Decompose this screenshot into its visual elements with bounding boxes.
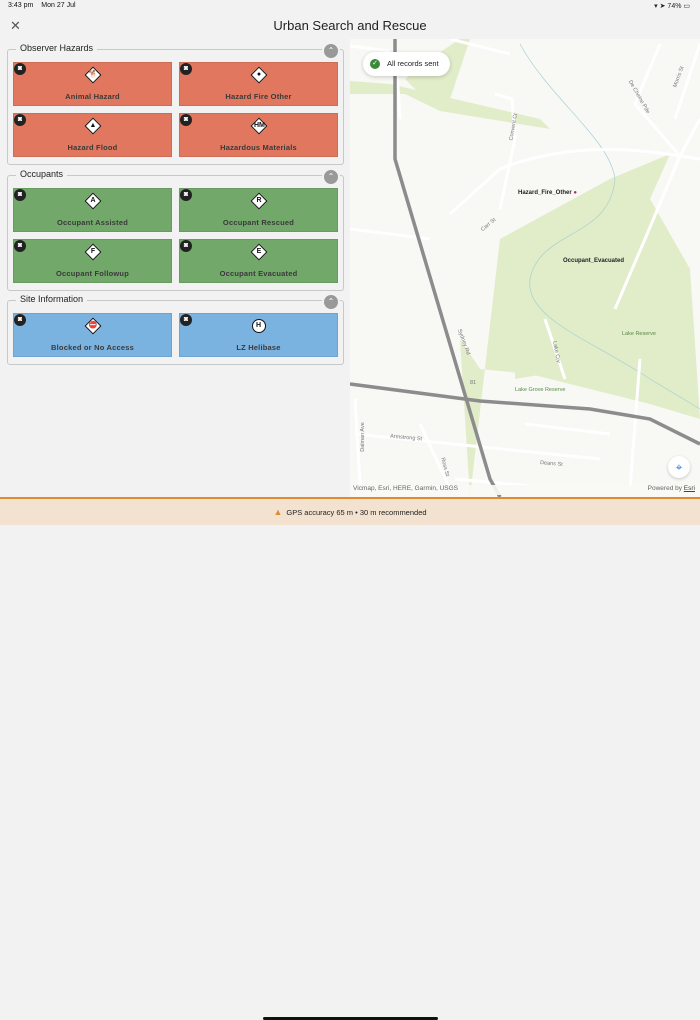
tile-label: Occupant Rescued: [222, 218, 295, 227]
map-feature-label[interactable]: Occupant_Evacuated: [563, 258, 624, 264]
template-tile-animal-hazard[interactable]: ◙ 🐕 Animal Hazard: [13, 62, 172, 106]
collapse-button[interactable]: ⌃: [322, 42, 340, 60]
symbol-glyph: A: [89, 197, 96, 204]
status-bar: 3:43 pm Mon 27 Jul: [8, 2, 84, 9]
symbol-icon: HM: [250, 117, 267, 135]
symbol-icon: H: [251, 319, 266, 333]
tile-label: Hazardous Materials: [220, 143, 297, 152]
symbol-icon: ●: [250, 66, 267, 84]
tile-label: Blocked or No Access: [51, 343, 134, 352]
feature-label-text: Hazard_Fire_Other: [518, 190, 572, 196]
symbol-icon: F: [84, 243, 101, 261]
tile-label: Occupant Followup: [56, 269, 129, 278]
street-label: Lake Grove Reserve: [515, 387, 566, 393]
status-time: 3:43 pm: [8, 2, 34, 9]
header: ✕ Urban Search and Rescue: [0, 12, 700, 39]
symbol-glyph: HM: [253, 122, 265, 129]
symbol-icon: A: [84, 192, 101, 210]
symbol-glyph: R: [255, 197, 262, 204]
page-title: Urban Search and Rescue: [273, 18, 427, 33]
feature-label-text: Occupant_Evacuated: [563, 258, 625, 264]
symbol-glyph: H: [255, 322, 262, 329]
feature-dot: ●: [573, 190, 577, 196]
camera-icon[interactable]: ◙: [14, 114, 26, 126]
map-attribution: Vicmap, Esri, HERE, Garmin, USGS Powered …: [350, 485, 700, 495]
form-panel: Observer Hazards ⌃ ◙ 🐕 Animal Hazard ◙ ● Hazard…: [0, 39, 350, 497]
template-tile-occupant-rescued[interactable]: ◙ R Occupant Rescued: [179, 188, 338, 232]
symbol-icon: ▲: [84, 117, 101, 135]
warning-icon: ▲: [273, 507, 283, 517]
locate-button[interactable]: ⌖: [668, 456, 690, 478]
camera-icon[interactable]: ◙: [180, 63, 192, 75]
sync-status-toast: ✓ All records sent: [363, 52, 450, 76]
template-tile-blocked-or-no-access[interactable]: ◙ ⛔ Blocked or No Access: [13, 313, 172, 357]
symbol-glyph: ▲: [89, 122, 96, 129]
template-tile-occupant-assisted[interactable]: ◙ A Occupant Assisted: [13, 188, 172, 232]
camera-icon[interactable]: ◙: [14, 189, 26, 201]
tile-label: Hazard Fire Other: [225, 92, 292, 101]
camera-icon[interactable]: ◙: [14, 63, 26, 75]
park-area: [460, 154, 700, 497]
symbol-glyph: 🐕: [88, 71, 97, 78]
esri-link[interactable]: Esri: [684, 485, 695, 492]
collapse-button[interactable]: ⌃: [322, 293, 340, 311]
tile-label: Occupant Assisted: [56, 218, 129, 227]
symbol-icon: E: [250, 243, 267, 261]
symbol-glyph: E: [256, 248, 261, 255]
section-occupants: Occupants ⌃ ◙ A Occupant Assisted ◙ R Occupant …: [7, 168, 344, 291]
battery-level: 74%: [667, 3, 682, 10]
camera-icon[interactable]: ◙: [14, 240, 26, 252]
camera-icon[interactable]: ◙: [180, 314, 192, 326]
street-label: Lake Reserve: [622, 331, 656, 337]
section-title: Site Information: [16, 294, 88, 304]
toast-text: All records sent: [387, 59, 439, 68]
template-tile-occupant-followup[interactable]: ◙ F Occupant Followup: [13, 239, 172, 283]
camera-icon[interactable]: ◙: [180, 114, 192, 126]
template-tile-hazard-fire-other[interactable]: ◙ ● Hazard Fire Other: [179, 62, 338, 106]
tile-label: LZ Helibase: [236, 343, 281, 352]
attribution-text: Vicmap, Esri, HERE, Garmin, USGS: [353, 485, 458, 492]
street-label: 81: [470, 380, 477, 386]
check-icon: ✓: [370, 59, 380, 69]
symbol-icon: R: [250, 192, 267, 210]
map-feature-label[interactable]: Hazard_Fire_Other ●: [518, 190, 577, 196]
map-view[interactable]: ✓ All records sent Hazard_Fire_Other ● Oc…: [350, 39, 700, 497]
collapse-button[interactable]: ⌃: [322, 168, 340, 186]
template-tile-hazard-flood[interactable]: ◙ ▲ Hazard Flood: [13, 113, 172, 157]
section-observer-hazards: Observer Hazards ⌃ ◙ 🐕 Animal Hazard ◙ ● Hazard…: [7, 42, 344, 165]
status-date: Mon 27 Jul: [41, 2, 76, 9]
crosshair-icon: ⌖: [675, 460, 683, 474]
template-tile-occupant-evacuated[interactable]: ◙ E Occupant Evacuated: [179, 239, 338, 283]
symbol-glyph: ●: [256, 71, 261, 78]
tile-label: Hazard Flood: [67, 143, 118, 152]
tile-label: Animal Hazard: [65, 92, 120, 101]
template-tile-hazardous-materials[interactable]: ◙ HM Hazardous Materials: [179, 113, 338, 157]
camera-icon[interactable]: ◙: [180, 240, 192, 252]
status-right: ▾ ➤ 74% ▭: [654, 3, 690, 10]
symbol-icon: ⛔: [84, 317, 101, 335]
section-site-information: Site Information ⌃ ◙ ⛔ Blocked or No Access ◙…: [7, 293, 344, 365]
symbol-glyph: ⛔: [88, 322, 97, 329]
powered-by: Powered by: [647, 485, 682, 492]
symbol-icon: 🐕: [84, 66, 101, 84]
template-tile-lz-helibase[interactable]: ◙ H LZ Helibase: [179, 313, 338, 357]
gps-accuracy-text: GPS accuracy 65 m • 30 m recommended: [286, 508, 427, 517]
street-label: Dalman Ave: [359, 422, 366, 452]
section-title: Occupants: [16, 169, 68, 179]
camera-icon[interactable]: ◙: [180, 189, 192, 201]
camera-icon[interactable]: ◙: [14, 314, 26, 326]
tile-label: Occupant Evacuated: [219, 269, 298, 278]
symbol-glyph: F: [90, 248, 95, 255]
section-title: Observer Hazards: [16, 43, 98, 53]
gps-accuracy-banner: ▲ GPS accuracy 65 m • 30 m recommended: [0, 497, 700, 1020]
